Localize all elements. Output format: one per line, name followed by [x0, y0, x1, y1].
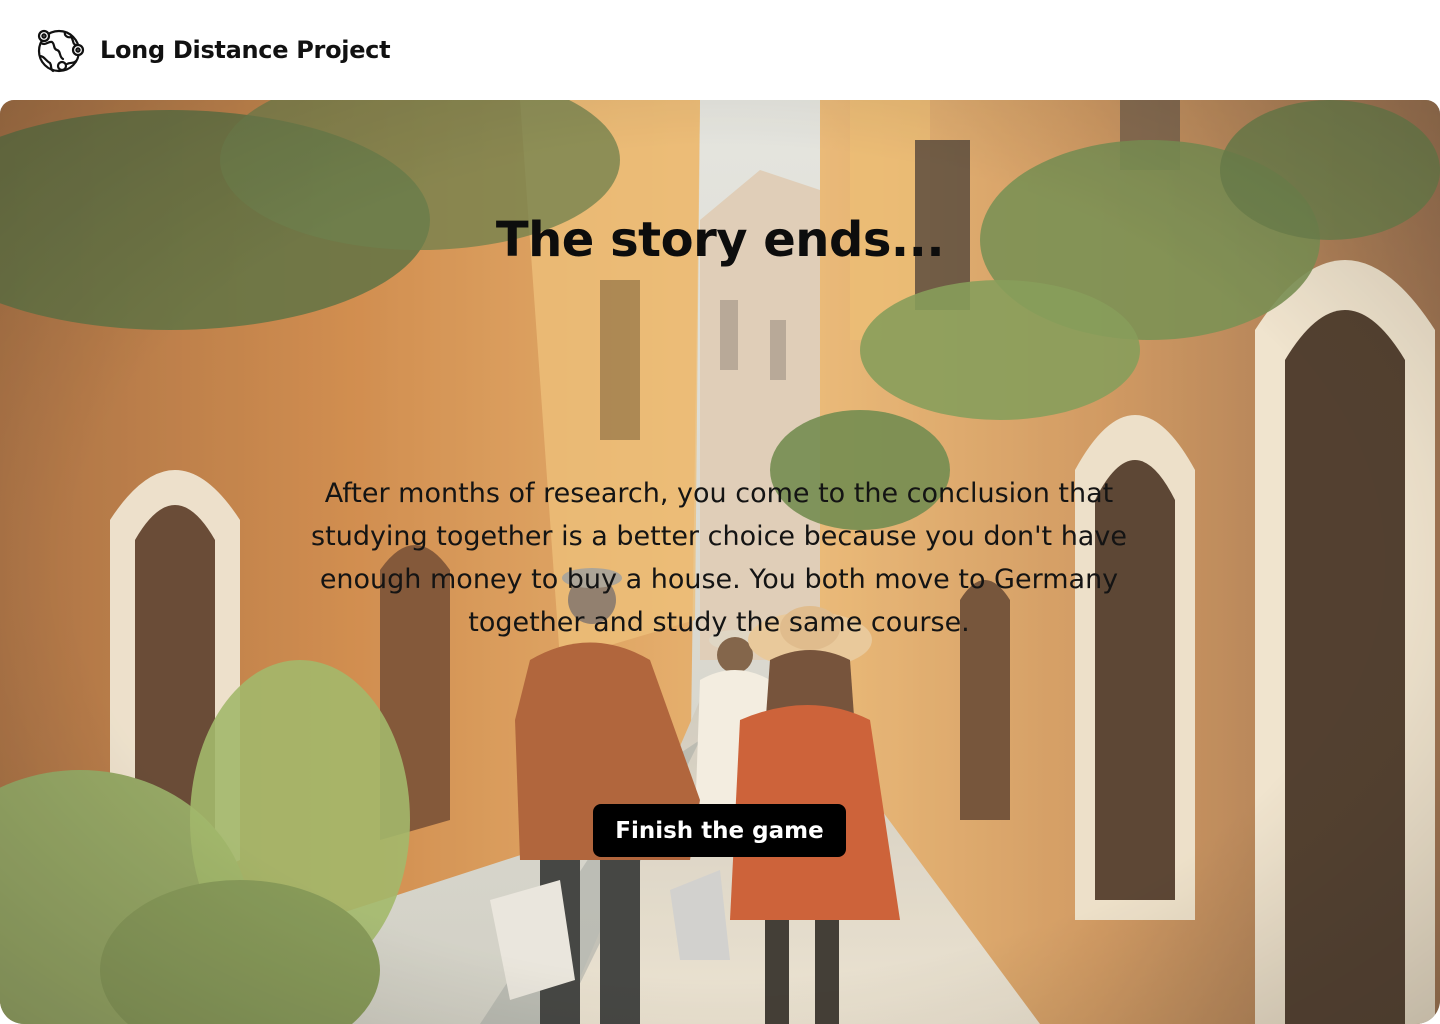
- story-title: The story ends...: [495, 212, 945, 268]
- brand-logo[interactable]: Long Distance Project: [32, 26, 391, 74]
- globe-with-map-pins-icon: [37, 29, 85, 73]
- story-stage: The story ends... After months of resear…: [0, 100, 1440, 1024]
- finish-game-button[interactable]: Finish the game: [593, 804, 846, 857]
- top-bar: Long Distance Project: [0, 0, 1440, 100]
- story-text: After months of research, you come to th…: [311, 478, 1127, 638]
- brand-name: Long Distance Project: [100, 36, 391, 64]
